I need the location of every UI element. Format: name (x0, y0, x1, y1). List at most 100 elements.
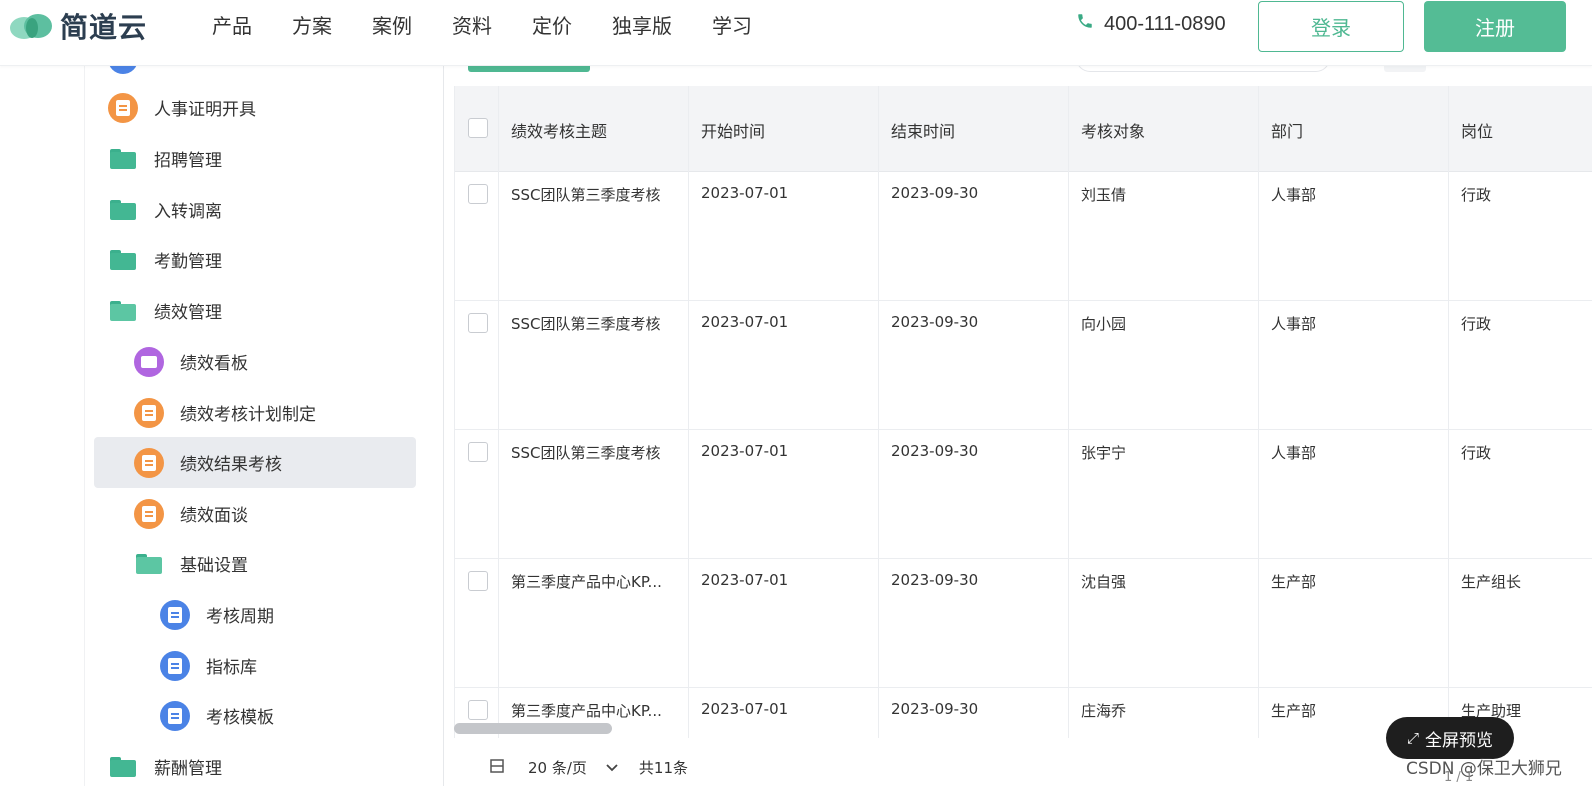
layout-icon[interactable] (490, 758, 504, 777)
cell-dept: 人事部 (1271, 444, 1317, 462)
row-checkbox[interactable] (468, 700, 488, 720)
sidebar-item-performance-interview[interactable]: 绩效面谈 (134, 488, 248, 539)
nav-item-learn[interactable]: 学习 (712, 10, 752, 42)
doc-icon (160, 650, 190, 681)
cell-topic: 第三季度产品中心KP... (511, 573, 662, 591)
doc-icon (160, 700, 190, 731)
sidebar-item-label: 人事证明开具 (154, 100, 256, 120)
nav-item-solution[interactable]: 方案 (292, 10, 332, 42)
sidebar-item-label: 基础设置 (180, 556, 248, 576)
nav-item-pricing[interactable]: 定价 (532, 10, 572, 42)
cell-topic: SSC团队第三季度考核 (511, 186, 661, 204)
sidebar-item-performance[interactable]: 绩效管理 (108, 285, 222, 336)
sidebar-item-basic-settings[interactable]: 基础设置 (134, 538, 248, 589)
column-header-topic[interactable]: 绩效考核主题 (511, 118, 607, 142)
login-button[interactable]: 登录 (1258, 1, 1404, 52)
chevron-down-icon[interactable] (605, 759, 619, 777)
column-header-position[interactable]: 岗位 (1461, 118, 1493, 142)
sidebar-item-performance-result[interactable]: 绩效结果考核 (94, 437, 416, 488)
cell-end: 2023-09-30 (891, 700, 979, 718)
sidebar-item-indicator-library[interactable]: 指标库 (160, 640, 257, 691)
table-row[interactable]: 第三季度产品中心KP... 2023-07-01 2023-09-30 沈自强 … (455, 559, 1592, 688)
nav-item-product[interactable]: 产品 (212, 10, 252, 42)
page-indicator: 1 / 1 (1444, 770, 1474, 785)
cell-end: 2023-09-30 (891, 571, 979, 589)
page-size-select[interactable]: 20 条/页 (528, 757, 587, 778)
register-button[interactable]: 注册 (1424, 1, 1566, 52)
sidebar-item-label: 指标库 (206, 658, 257, 678)
sidebar-item-label: 入转调离 (154, 202, 222, 222)
column-header-end[interactable]: 结束时间 (891, 118, 955, 142)
cell-dept: 生产部 (1271, 702, 1317, 720)
nav-item-case[interactable]: 案例 (372, 10, 412, 42)
fullscreen-label: 全屏预览 (1425, 730, 1493, 751)
fullscreen-preview-button[interactable]: ⤢ 全屏预览 (1386, 717, 1514, 759)
folder-open-icon (136, 553, 162, 574)
phone-contact[interactable]: 400-111-0890 (1076, 12, 1226, 36)
cell-start: 2023-07-01 (701, 313, 789, 331)
sidebar-item-onboarding[interactable]: 入转调离 (108, 184, 222, 235)
cell-subject: 沈自强 (1081, 573, 1127, 591)
nav-item-exclusive[interactable]: 独享版 (612, 10, 672, 42)
folder-icon (110, 756, 136, 777)
folder-open-icon (110, 300, 136, 321)
sidebar-item-performance-dashboard[interactable]: 绩效看板 (134, 336, 248, 387)
cell-position: 行政 (1461, 186, 1492, 204)
cell-position: 生产组长 (1461, 573, 1522, 591)
folder-icon (110, 249, 136, 270)
phone-number: 400-111-0890 (1104, 12, 1226, 35)
cell-topic: SSC团队第三季度考核 (511, 444, 661, 462)
sidebar-item-salary[interactable]: 薪酬管理 (108, 741, 222, 786)
cell-subject: 张宇宁 (1081, 444, 1127, 462)
watermark: CSDN @保卫大狮兄 (1406, 759, 1562, 779)
column-header-dept[interactable]: 部门 (1271, 118, 1303, 142)
logo-mark-icon (8, 8, 56, 44)
row-checkbox[interactable] (468, 442, 488, 462)
cell-end: 2023-09-30 (891, 442, 979, 460)
cell-end: 2023-09-30 (891, 184, 979, 202)
folder-icon (110, 199, 136, 220)
cell-start: 2023-07-01 (701, 442, 789, 460)
cell-dept: 人事部 (1271, 315, 1317, 333)
data-table: 绩效考核主题 开始时间 结束时间 考核对象 部门 岗位 SSC团队第三季度考核 … (454, 86, 1592, 738)
sidebar-item-recruitment[interactable]: 招聘管理 (108, 133, 222, 184)
column-header-start[interactable]: 开始时间 (701, 118, 765, 142)
table-header: 绩效考核主题 开始时间 结束时间 考核对象 部门 岗位 (455, 86, 1592, 172)
phone-icon (1076, 12, 1094, 36)
horizontal-scrollbar[interactable] (454, 723, 612, 734)
form-icon (134, 498, 164, 529)
cell-subject: 刘玉倩 (1081, 186, 1127, 204)
select-all-checkbox[interactable] (468, 118, 488, 138)
sidebar-item-label: 绩效看板 (180, 354, 248, 374)
sidebar-item-label: 考勤管理 (154, 252, 222, 272)
column-header-subject[interactable]: 考核对象 (1081, 118, 1145, 142)
cell-start: 2023-07-01 (701, 571, 789, 589)
sidebar-item-attendance[interactable]: 考勤管理 (108, 234, 222, 285)
row-checkbox[interactable] (468, 184, 488, 204)
main-nav: 产品 方案 案例 资料 定价 独享版 学习 (212, 10, 792, 42)
folder-icon (110, 148, 136, 169)
cell-subject: 庄海乔 (1081, 702, 1127, 720)
sidebar-item-performance-plan[interactable]: 绩效考核计划制定 (134, 387, 316, 438)
cell-position: 行政 (1461, 444, 1492, 462)
nav-item-resources[interactable]: 资料 (452, 10, 492, 42)
brand-logo[interactable]: 简道云 (8, 8, 147, 44)
sidebar-item-hr-certificate[interactable]: 人事证明开具 (108, 82, 256, 133)
row-checkbox[interactable] (468, 571, 488, 591)
table-row[interactable]: SSC团队第三季度考核 2023-07-01 2023-09-30 刘玉倩 人事… (455, 172, 1592, 301)
table-row[interactable]: SSC团队第三季度考核 2023-07-01 2023-09-30 向小园 人事… (455, 301, 1592, 430)
form-icon (134, 397, 164, 428)
sidebar-item-label: 考核模板 (206, 708, 274, 728)
cell-dept: 人事部 (1271, 186, 1317, 204)
sidebar-item-assessment-template[interactable]: 考核模板 (160, 690, 274, 741)
cell-dept: 生产部 (1271, 573, 1317, 591)
sidebar-item-label: 考核周期 (206, 607, 274, 627)
sidebar-item-label: 招聘管理 (154, 151, 222, 171)
row-checkbox[interactable] (468, 313, 488, 333)
brand-name: 简道云 (60, 11, 148, 44)
sidebar-item-assessment-cycle[interactable]: 考核周期 (160, 589, 274, 640)
table-row[interactable]: SSC团队第三季度考核 2023-07-01 2023-09-30 张宇宁 人事… (455, 430, 1592, 559)
cell-start: 2023-07-01 (701, 184, 789, 202)
sidebar-item-label: 薪酬管理 (154, 759, 222, 779)
orange-doc-icon (108, 92, 138, 123)
